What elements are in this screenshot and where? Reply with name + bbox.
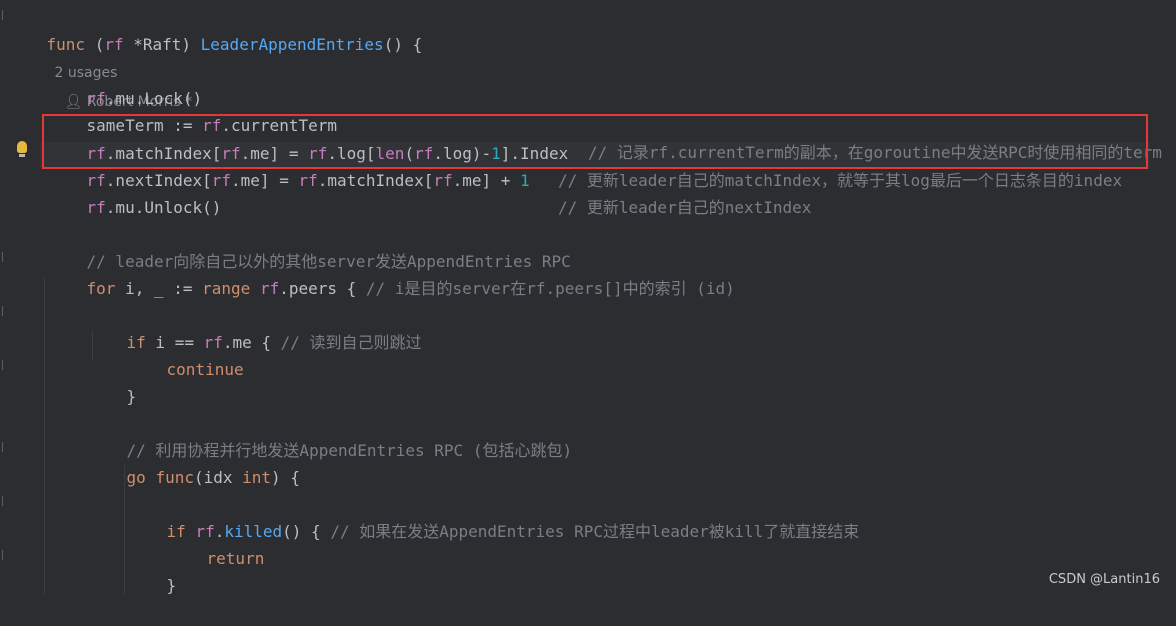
code-line[interactable]: if i == rf.me { // 读到自己则跳过 bbox=[88, 302, 422, 352]
code-line[interactable]: // leader向除自己以外的其他server发送AppendEntries … bbox=[48, 221, 571, 271]
fold-marker-icon[interactable] bbox=[2, 442, 9, 452]
code-text: () { bbox=[383, 35, 423, 54]
code-text: ) { bbox=[271, 468, 300, 487]
comment: // 更新leader自己的nextIndex bbox=[558, 198, 812, 217]
fold-marker-icon[interactable] bbox=[2, 550, 9, 560]
code-text: .me] = bbox=[231, 171, 299, 190]
receiver: rf bbox=[86, 198, 106, 217]
keyword: func bbox=[46, 35, 86, 54]
code-text: } bbox=[166, 576, 177, 595]
code-line[interactable]: rf.mu.Unlock() bbox=[48, 167, 222, 217]
code-text: .peers { bbox=[279, 279, 366, 298]
code-line[interactable]: } bbox=[88, 356, 137, 406]
annotation-highlight-box bbox=[42, 114, 1148, 169]
comment: // 读到自己则跳过 bbox=[280, 333, 422, 352]
code-line[interactable]: // 利用协程并行地发送AppendEntries RPC (包括心跳包) bbox=[88, 410, 573, 460]
code-text: .me] + bbox=[452, 171, 521, 190]
code-text: *Raft) bbox=[123, 35, 201, 54]
code-text: i, _ := bbox=[115, 279, 203, 298]
code-line[interactable]: func (rf *Raft) LeaderAppendEntries() { … bbox=[8, 4, 423, 110]
indent-guide bbox=[44, 277, 45, 595]
keyword: range bbox=[202, 279, 251, 298]
code-editor[interactable]: func (rf *Raft) LeaderAppendEntries() { … bbox=[0, 0, 1176, 595]
fold-marker-icon[interactable] bbox=[2, 360, 9, 370]
keyword: return bbox=[206, 549, 265, 568]
code-text: .mu.Unlock() bbox=[105, 198, 222, 217]
comment: // i是目的server在rf.peers[]中的索引 (id) bbox=[365, 279, 735, 298]
code-text: ( bbox=[85, 35, 105, 54]
code-line[interactable]: } bbox=[128, 545, 177, 595]
code-text: () { bbox=[282, 522, 331, 541]
keyword: continue bbox=[166, 360, 244, 379]
code-line[interactable]: rf.mu.Lock() bbox=[48, 58, 203, 108]
code-text: (idx bbox=[193, 468, 243, 487]
receiver: rf bbox=[104, 35, 124, 54]
code-line[interactable]: return bbox=[168, 518, 265, 568]
code-line[interactable]: sameTerm := rf.currentTerm // 记录rf.curre… bbox=[48, 85, 1162, 162]
keyword: int bbox=[242, 468, 272, 487]
code-text: .matchIndex[ bbox=[317, 171, 434, 190]
keyword: func bbox=[155, 468, 194, 487]
fold-marker-icon[interactable] bbox=[2, 306, 9, 316]
function-name: LeaderAppendEntries bbox=[200, 35, 384, 54]
fold-marker-icon[interactable] bbox=[2, 252, 9, 262]
code-line[interactable]: continue bbox=[128, 329, 244, 379]
code-line[interactable]: for i, _ := range rf.peers { // i是目的serv… bbox=[48, 248, 735, 298]
number-literal: 1 bbox=[520, 171, 530, 190]
receiver: rf bbox=[298, 171, 318, 190]
comment: // 更新leader自己的matchIndex，就等于其log最后一个日志条目… bbox=[558, 171, 1123, 190]
receiver: rf bbox=[433, 171, 453, 190]
watermark: CSDN @Lantin16 bbox=[1048, 572, 1160, 587]
receiver: rf bbox=[259, 279, 280, 298]
code-line[interactable]: if rf.killed() { // 如果在发送AppendEntries R… bbox=[128, 491, 860, 541]
fold-marker-icon[interactable] bbox=[2, 496, 9, 506]
keyword: for bbox=[86, 279, 116, 298]
code-text: } bbox=[126, 387, 137, 406]
code-line[interactable]: go func(idx int) { bbox=[88, 437, 300, 487]
keyword: go bbox=[126, 468, 146, 487]
comment: // 如果在发送AppendEntries RPC过程中leader被kill了… bbox=[330, 522, 860, 541]
